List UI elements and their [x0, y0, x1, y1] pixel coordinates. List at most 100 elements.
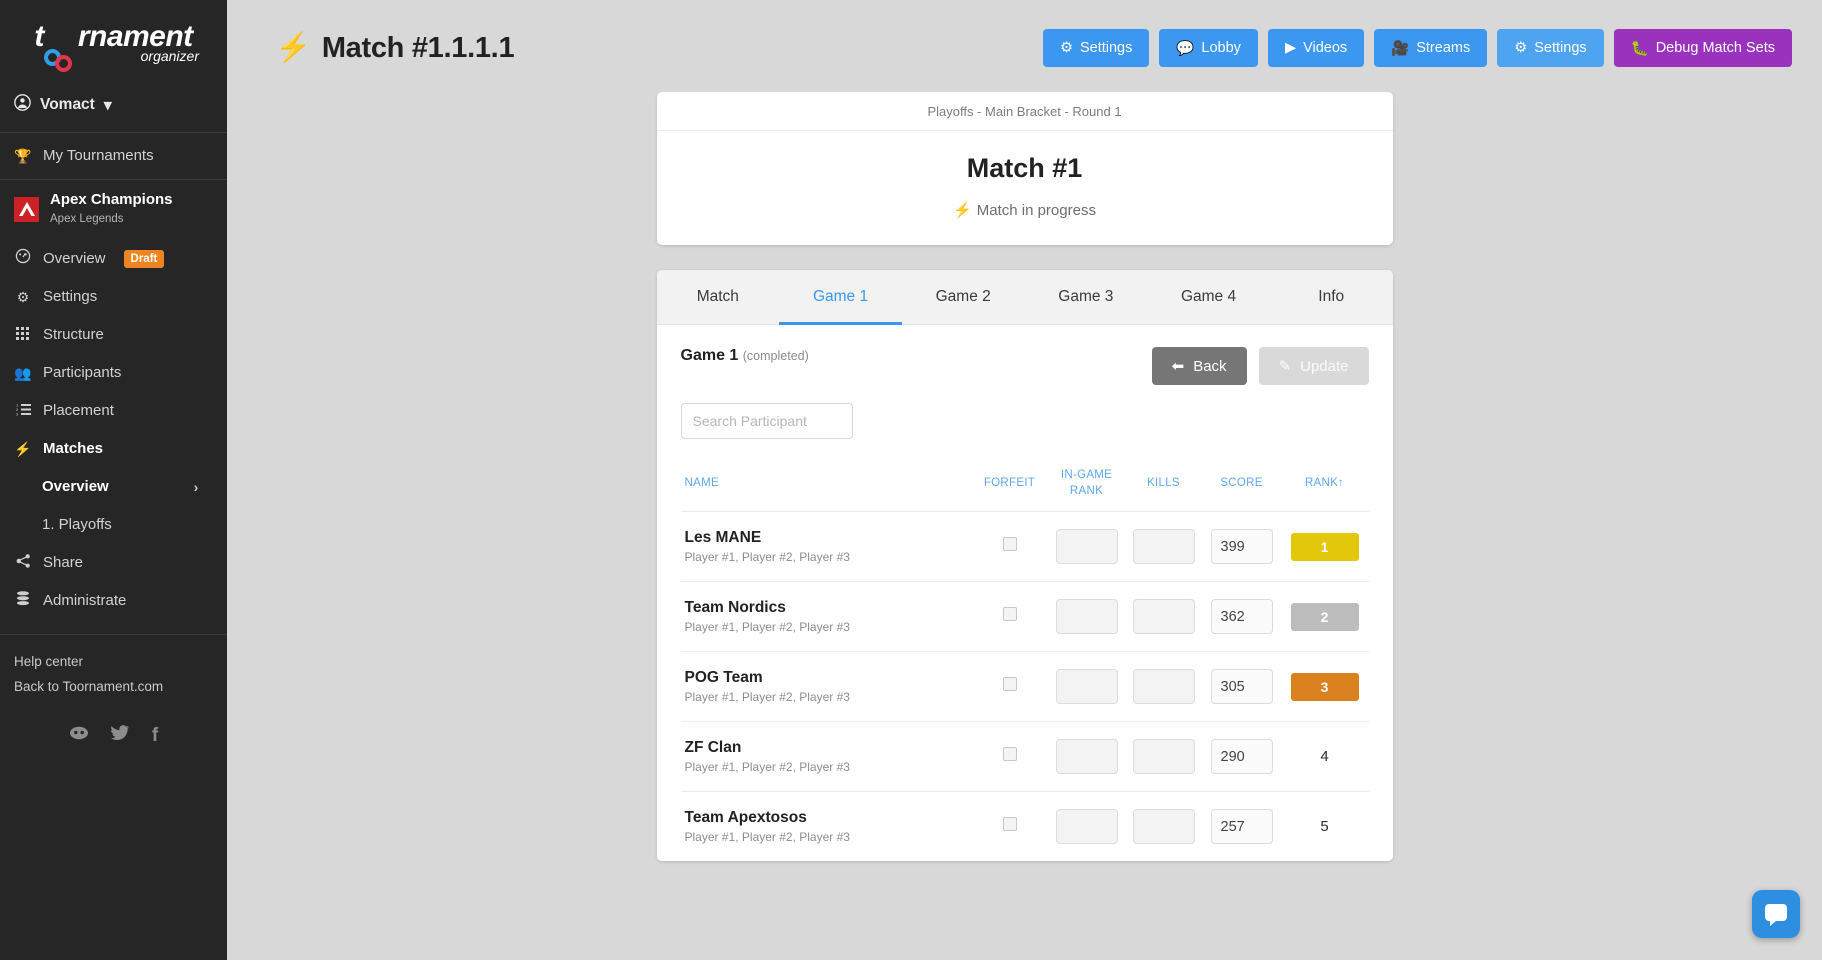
kills-input[interactable]: [1132, 739, 1195, 774]
share-icon: [14, 553, 32, 573]
forfeit-checkbox[interactable]: [1002, 747, 1017, 761]
tab-game-3[interactable]: Game 3: [1025, 270, 1148, 325]
score-input[interactable]: [1210, 529, 1273, 564]
ingame-rank-cell: [1048, 721, 1125, 792]
back-button[interactable]: ⬅ Back: [1151, 347, 1247, 385]
current-tournament[interactable]: Apex Champions Apex Legends: [0, 180, 227, 239]
column-header-name[interactable]: NAME: [681, 461, 971, 512]
sidebar-subitem-playoffs[interactable]: 1. Playoffs: [0, 506, 227, 544]
sidebar-item-label: Structure: [43, 326, 104, 343]
discord-icon[interactable]: [69, 725, 89, 747]
participants-table: NAME FORFEIT IN-GAME RANK KILLS SCORE RA…: [680, 461, 1369, 861]
chat-icon: 💬: [1176, 40, 1195, 57]
column-header-forfeit[interactable]: FORFEIT: [971, 461, 1049, 512]
help-center-link[interactable]: Help center: [14, 649, 227, 674]
page-title: ⚡ Match #1.1.1.1: [275, 31, 515, 65]
settings-button[interactable]: ⚙ Settings: [1042, 29, 1150, 67]
dashboard-icon: [14, 248, 32, 269]
sidebar-subitem-matches-overview[interactable]: Overview ›: [0, 468, 227, 506]
ingame-rank-input[interactable]: [1055, 529, 1118, 564]
gears-icon: ⚙: [1514, 40, 1528, 56]
tab-game-1[interactable]: Game 1: [779, 270, 902, 325]
arrow-left-icon: ⬅: [1171, 358, 1185, 375]
intercom-chat-button[interactable]: [1752, 890, 1800, 938]
score-cell: [1202, 791, 1281, 861]
sidebar-item-my-tournaments[interactable]: 🏆 My Tournaments: [0, 133, 227, 179]
database-icon: [14, 591, 32, 611]
rank-badge: 2: [1290, 602, 1359, 631]
participant-players: Player #1, Player #2, Player #3: [684, 830, 850, 844]
page-title-text: Match #1.1.1.1: [321, 31, 515, 64]
participant-cell: ZF Clan Player #1, Player #2, Player #3: [680, 721, 971, 792]
forfeit-checkbox[interactable]: [1002, 607, 1017, 621]
match-settings-button[interactable]: ⚙ Settings: [1497, 29, 1604, 67]
rank-value: 4: [1320, 747, 1329, 765]
kills-cell: [1124, 651, 1203, 722]
back-to-toornament-link[interactable]: Back to Toornament.com: [14, 674, 227, 699]
debug-match-sets-button[interactable]: 🐛 Debug Match Sets: [1613, 29, 1792, 67]
sidebar-item-structure[interactable]: Structure: [0, 316, 227, 354]
kills-cell: [1124, 581, 1203, 652]
match-status: ⚡ Match in progress: [657, 201, 1393, 220]
score-cell: [1202, 581, 1281, 652]
tournament-game: Apex Legends: [50, 213, 124, 225]
participant-players: Player #1, Player #2, Player #3: [684, 550, 850, 564]
participant-cell: Les MANE Player #1, Player #2, Player #3: [680, 511, 971, 582]
score-input[interactable]: [1210, 669, 1273, 704]
score-input[interactable]: [1210, 739, 1273, 774]
rank-cell: 5: [1280, 791, 1369, 861]
play-circle-icon: ▶: [1284, 40, 1297, 56]
table-row: Team Apextosos Player #1, Player #2, Pla…: [680, 791, 1369, 861]
sidebar-item-participants[interactable]: 👥 Participants: [0, 354, 227, 392]
game-panel: Game 1 (completed) ⬅ Back ✎ Update Searc…: [656, 325, 1393, 861]
kills-input[interactable]: [1132, 809, 1195, 844]
participant-cell: POG Team Player #1, Player #2, Player #3: [680, 651, 971, 722]
user-menu[interactable]: Vomact ▾: [0, 80, 227, 132]
app-logo[interactable]: t rnament organizer: [0, 0, 227, 80]
table-body: Les MANE Player #1, Player #2, Player #3…: [680, 511, 1369, 861]
breadcrumb: Playoffs - Main Bracket - Round 1: [656, 92, 1393, 131]
sidebar-item-placement[interactable]: 123 Placement: [0, 392, 227, 430]
match-summary-card: Playoffs - Main Bracket - Round 1 Match …: [656, 92, 1393, 245]
kills-input[interactable]: [1132, 669, 1195, 704]
update-button: ✎ Update: [1258, 347, 1369, 385]
tab-match[interactable]: Match: [657, 270, 780, 325]
apex-legends-logo: [14, 196, 39, 222]
column-header-score[interactable]: SCORE: [1203, 461, 1281, 512]
forfeit-checkbox[interactable]: [1002, 677, 1017, 691]
score-input[interactable]: [1210, 599, 1273, 634]
column-header-rank[interactable]: RANK↑: [1281, 461, 1369, 512]
kills-input[interactable]: [1132, 599, 1195, 634]
forfeit-checkbox[interactable]: [1002, 537, 1017, 551]
participant-cell: Team Nordics Player #1, Player #2, Playe…: [680, 581, 971, 652]
sidebar-item-matches[interactable]: ⚡ Matches: [0, 430, 227, 468]
sidebar-item-overview[interactable]: Overview Draft: [0, 239, 227, 278]
sidebar-item-settings[interactable]: ⚙ Settings: [0, 278, 227, 316]
ingame-rank-input[interactable]: [1055, 809, 1118, 844]
match-status-text: Match in progress: [976, 201, 1096, 219]
ingame-rank-input[interactable]: [1055, 669, 1118, 704]
ingame-rank-input[interactable]: [1055, 599, 1118, 634]
search-participant-input[interactable]: [680, 403, 853, 439]
sidebar-item-administrate[interactable]: Administrate: [0, 582, 227, 620]
facebook-icon[interactable]: f: [152, 725, 158, 747]
tab-game-4[interactable]: Game 4: [1147, 270, 1270, 325]
kills-input[interactable]: [1132, 529, 1195, 564]
table-header-row: NAME FORFEIT IN-GAME RANK KILLS SCORE RA…: [681, 461, 1369, 512]
score-input[interactable]: [1210, 809, 1273, 844]
tab-info[interactable]: Info: [1270, 270, 1393, 325]
game-card: Match Game 1 Game 2 Game 3 Game 4 Info G…: [656, 270, 1393, 861]
twitter-icon[interactable]: [110, 725, 130, 747]
sidebar-item-share[interactable]: Share: [0, 544, 227, 582]
forfeit-cell: [970, 791, 1049, 861]
videos-button[interactable]: ▶ Videos: [1267, 29, 1365, 67]
lobby-button[interactable]: 💬 Lobby: [1159, 29, 1258, 67]
tab-game-2[interactable]: Game 2: [902, 270, 1025, 325]
column-header-ingame-rank[interactable]: IN-GAME RANK: [1049, 461, 1125, 512]
score-cell: [1202, 511, 1281, 582]
forfeit-checkbox[interactable]: [1002, 817, 1017, 831]
column-header-kills[interactable]: KILLS: [1125, 461, 1203, 512]
streams-button[interactable]: 🎥 Streams: [1374, 29, 1488, 67]
ingame-rank-input[interactable]: [1055, 739, 1118, 774]
bolt-icon: ⚡: [953, 202, 972, 219]
